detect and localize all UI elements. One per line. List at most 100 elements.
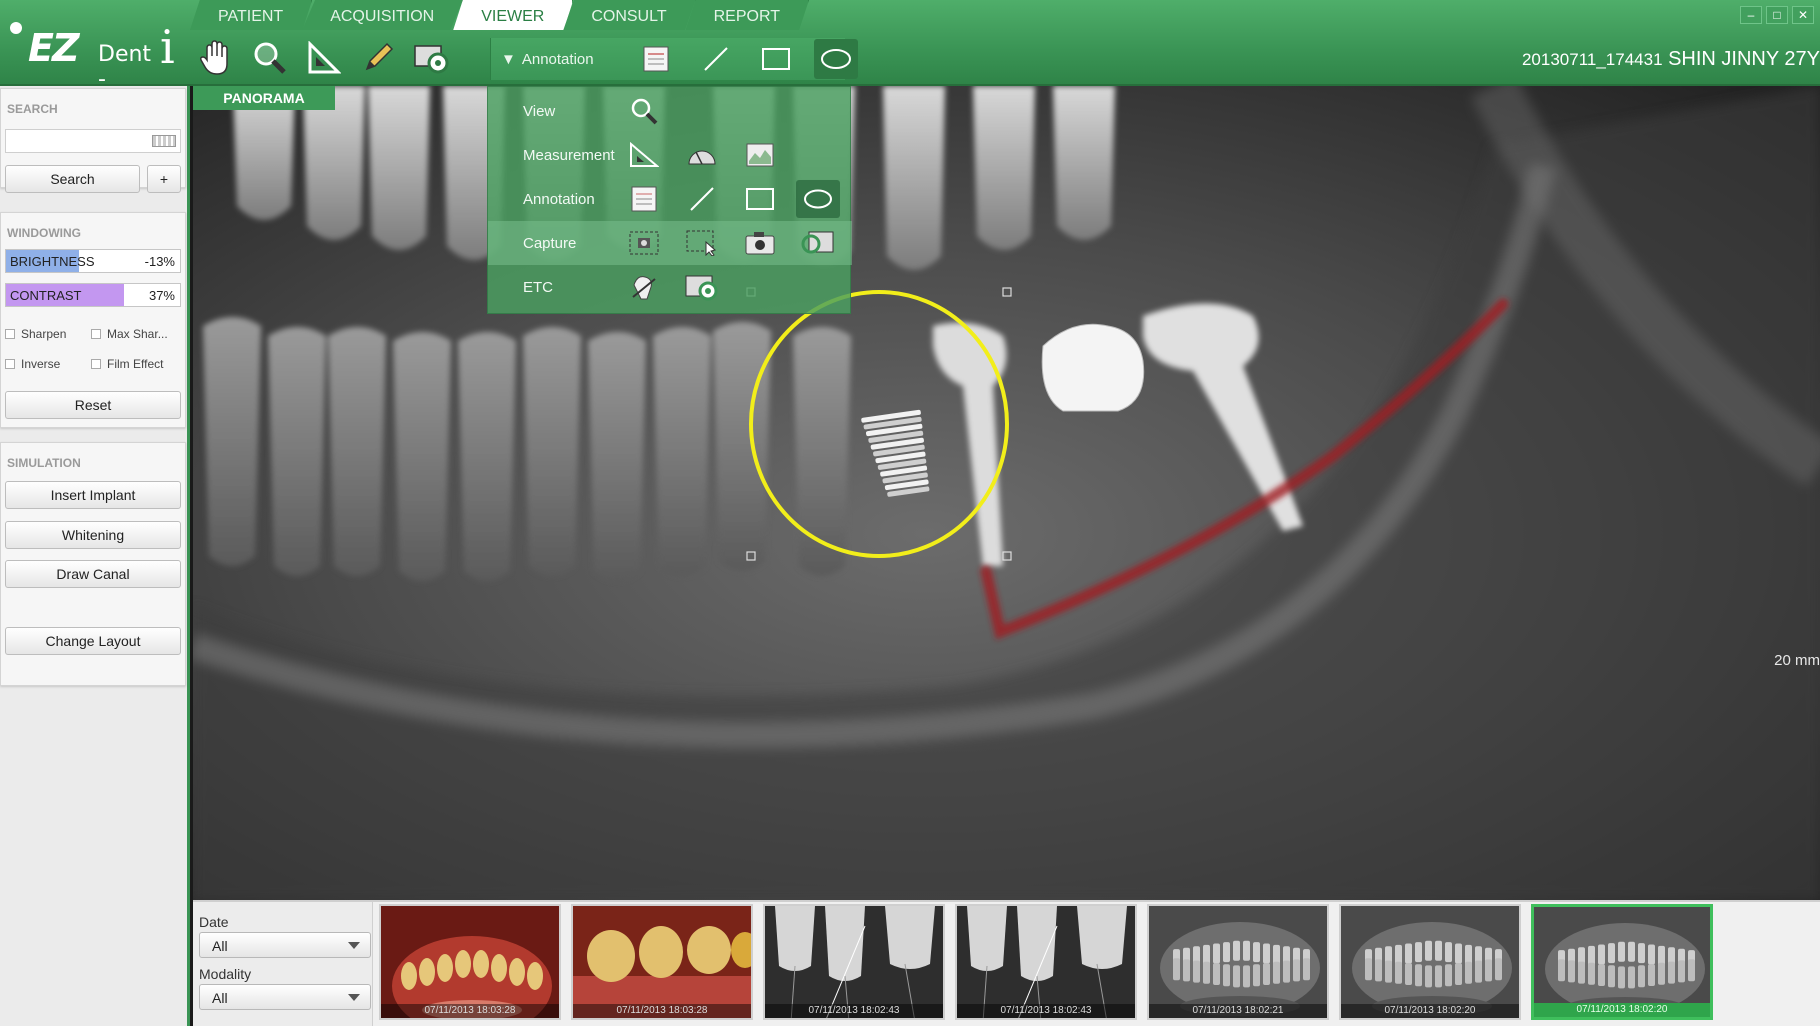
length-measure-icon[interactable]	[622, 136, 666, 174]
zoom-icon[interactable]	[622, 92, 666, 130]
toolbox-etc-label: ETC	[523, 278, 553, 296]
brightness-label: BRIGHTNESS	[10, 254, 95, 269]
thumbnail-item[interactable]: 07/11/2013 18:02:21	[1147, 904, 1329, 1020]
rectangle-annotation-icon[interactable]	[738, 180, 782, 218]
thumbnail-item[interactable]: 07/11/2013 18:03:28	[571, 904, 753, 1020]
draw-canal-button[interactable]: Draw Canal	[5, 560, 181, 588]
capture-to-gallery-icon[interactable]	[796, 224, 840, 262]
keyboard-icon[interactable]	[152, 135, 176, 147]
thumbnail-item[interactable]: 07/11/2013 18:02:20	[1531, 904, 1713, 1020]
gallery-filters: Date All Modality All	[193, 902, 373, 1026]
thumbnail-date: 07/11/2013 18:02:21	[1149, 1004, 1327, 1018]
contrast-value: 37%	[148, 288, 175, 303]
reset-button[interactable]: Reset	[5, 391, 181, 419]
implant-simulation-icon[interactable]	[622, 268, 666, 306]
date-filter-select[interactable]: All	[199, 932, 371, 958]
camera-icon[interactable]	[738, 224, 782, 262]
toolbox-row-annotation: Annotation	[488, 177, 852, 221]
ruler-icon[interactable]	[304, 38, 344, 78]
thumbnail-date: 07/11/2013 18:03:28	[381, 1004, 559, 1018]
toolbox-row-measurement: Measurement	[488, 133, 852, 177]
date-filter-value: All	[212, 938, 228, 954]
max-sharpen-checkbox[interactable]: Max Shar...	[91, 327, 168, 341]
chevron-down-icon	[348, 942, 360, 949]
panorama-label: PANORAMA	[193, 86, 335, 110]
thumbnail-date: 07/11/2013 18:02:43	[957, 1004, 1135, 1018]
search-input[interactable]	[5, 129, 181, 153]
toolbox-annotation-label: Annotation	[523, 190, 595, 208]
tab-report[interactable]: REPORT	[685, 0, 809, 30]
dropdown-arrow-icon: ▼	[501, 50, 516, 68]
ellipse-tool-icon[interactable]	[813, 39, 858, 79]
inverse-checkbox[interactable]: Inverse	[5, 357, 60, 371]
pencil-icon[interactable]	[358, 38, 398, 78]
thumbnail-item[interactable]: 07/11/2013 18:02:43	[955, 904, 1137, 1020]
profile-measure-icon[interactable]	[738, 136, 782, 174]
thumbnail-item[interactable]: 07/11/2013 18:02:43	[763, 904, 945, 1020]
insert-implant-button[interactable]: Insert Implant	[5, 481, 181, 509]
annotation-dropdown-label: Annotation	[521, 50, 594, 68]
close-button[interactable]: ✕	[1792, 6, 1814, 24]
hand-icon[interactable]	[196, 38, 236, 78]
max-sharpen-label: Max Shar...	[107, 327, 168, 341]
whitening-button[interactable]: Whitening	[5, 521, 181, 549]
capture-region-icon[interactable]	[622, 224, 666, 262]
search-section: SEARCH Search +	[0, 88, 186, 193]
thumbnail-item[interactable]: 07/11/2013 18:03:28	[379, 904, 561, 1020]
magnifier-icon[interactable]	[250, 38, 290, 78]
note-annotation-icon[interactable]	[622, 180, 666, 218]
left-panel: SEARCH Search + WINDOWING BRIGHTNESS -13…	[0, 86, 190, 1026]
thumbnail-date: 07/11/2013 18:02:20	[1534, 1003, 1710, 1017]
tab-patient[interactable]: PATIENT	[190, 0, 313, 30]
image-viewer[interactable]: PANORAMA 20 mm View Measurement Annotati…	[193, 86, 1820, 900]
rectangle-tool-icon[interactable]	[754, 39, 798, 79]
annotation-tools	[634, 39, 858, 79]
search-button[interactable]: Search	[5, 165, 140, 193]
toolbox-row-etc: ETC	[488, 265, 852, 309]
thumbnail-date: 07/11/2013 18:03:28	[573, 1004, 751, 1018]
contrast-label: CONTRAST	[10, 288, 82, 303]
line-annotation-icon[interactable]	[680, 180, 724, 218]
thumbnail-date: 07/11/2013 18:02:43	[765, 1004, 943, 1018]
thumbnail-list: 07/11/2013 18:03:28 07/11/2013 18:03:28 07…	[379, 904, 1713, 1020]
toolbox-capture-label: Capture	[523, 234, 577, 252]
change-layout-button[interactable]: Change Layout	[5, 627, 181, 655]
modality-filter-select[interactable]: All	[199, 984, 371, 1010]
patient-id: 20130711_174431	[1521, 50, 1663, 69]
logo-i: i	[160, 20, 175, 74]
capture-select-icon[interactable]	[680, 224, 724, 262]
main-toolbar	[196, 36, 452, 80]
toolbox-row-view: View	[488, 89, 852, 133]
thumbnail-item[interactable]: 07/11/2013 18:02:20	[1339, 904, 1521, 1020]
angle-measure-icon[interactable]	[680, 136, 724, 174]
ellipse-annotation-icon[interactable]	[796, 180, 840, 218]
search-title: SEARCH	[7, 102, 58, 116]
film-effect-checkbox[interactable]: Film Effect	[91, 357, 163, 371]
contrast-slider[interactable]: CONTRAST 37%	[5, 283, 181, 307]
inverse-label: Inverse	[21, 357, 61, 371]
patient-info: 20130711_174431 SHIN JINNY 27Y	[1522, 48, 1820, 71]
windowing-section: WINDOWING BRIGHTNESS -13% CONTRAST 37% S…	[0, 212, 186, 428]
window-controls: – □ ✕	[1740, 6, 1814, 24]
tab-consult[interactable]: CONSULT	[563, 0, 696, 30]
text-note-icon[interactable]	[634, 39, 678, 79]
toolbox-measurement-label: Measurement	[523, 146, 615, 164]
tab-acquisition[interactable]: ACQUISITION	[302, 0, 464, 30]
capture-icon[interactable]	[412, 38, 452, 78]
minimize-button[interactable]: –	[1740, 6, 1762, 24]
send-capture-icon[interactable]	[680, 268, 724, 306]
brightness-slider[interactable]: BRIGHTNESS -13%	[5, 249, 181, 273]
thumbnail-date: 07/11/2013 18:02:20	[1341, 1004, 1519, 1018]
annotation-dropdown[interactable]: ▼ Annotation	[490, 38, 858, 80]
main-tabs: PATIENT ACQUISITION VIEWER CONSULT REPOR…	[190, 0, 809, 30]
line-tool-icon[interactable]	[694, 39, 738, 79]
simulation-section: SIMULATION Insert Implant Whitening Draw…	[0, 442, 186, 686]
panoramic-xray-image[interactable]	[193, 86, 1820, 900]
scale-label: 20 mm	[1774, 652, 1820, 669]
add-search-button[interactable]: +	[147, 165, 181, 193]
tab-viewer[interactable]: VIEWER	[453, 0, 574, 30]
maximize-button[interactable]: □	[1766, 6, 1788, 24]
windowing-title: WINDOWING	[7, 226, 81, 240]
sharpen-checkbox[interactable]: Sharpen	[5, 327, 66, 341]
brightness-value: -13%	[144, 254, 175, 269]
